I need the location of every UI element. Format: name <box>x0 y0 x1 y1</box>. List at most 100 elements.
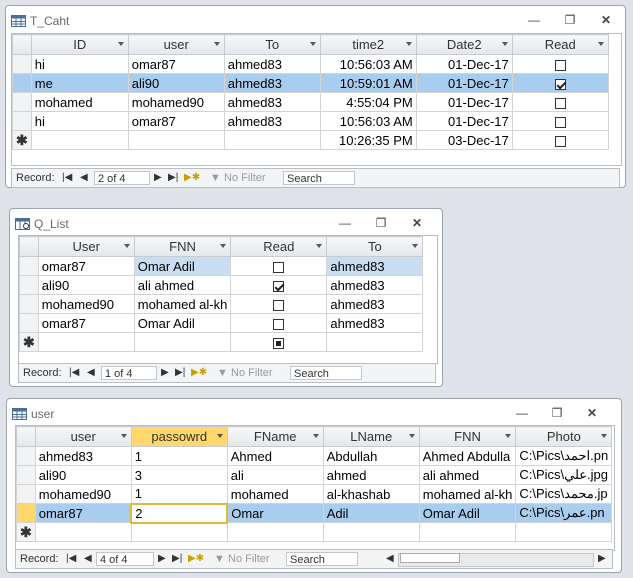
read-checkbox[interactable] <box>554 59 566 71</box>
last-record-icon[interactable]: ▶| <box>172 553 182 564</box>
cell-id[interactable]: mohamed <box>30 92 129 112</box>
cell-to[interactable]: ahmed83 <box>326 256 424 276</box>
record-position-box[interactable]: 4 of 4 <box>96 552 154 566</box>
last-record-icon[interactable]: ▶| <box>175 367 185 378</box>
row-selector[interactable] <box>12 54 32 74</box>
minimize-icon[interactable]: — <box>336 215 354 231</box>
cell-photo[interactable]: C:\Pics\عمر.pn <box>515 503 613 523</box>
cell-date2[interactable]: 01-Dec-17 <box>415 92 513 112</box>
scrollbar-thumb[interactable] <box>400 553 460 563</box>
row-selector[interactable] <box>19 275 39 295</box>
cell-fnn[interactable] <box>418 522 517 542</box>
cell-user[interactable]: mohamed90 <box>37 294 135 314</box>
new-record-row[interactable]: ✱ <box>19 332 424 352</box>
column-header-passowrd[interactable]: passowrd <box>130 426 228 447</box>
table-row-current[interactable]: omar87 Omar Adil ahmed83 <box>19 256 424 276</box>
row-selector[interactable] <box>19 313 39 333</box>
cell-to[interactable] <box>326 332 424 352</box>
table-row[interactable]: hi omar87 ahmed83 10:56:03 AM 01-Dec-17 <box>12 111 609 131</box>
cell-read[interactable] <box>511 92 609 112</box>
column-header-user[interactable]: user <box>34 426 132 447</box>
next-record-icon[interactable]: ▶ <box>158 553 166 564</box>
read-checkbox-checked[interactable] <box>554 78 566 90</box>
cell-fnn[interactable]: Omar Adil <box>133 313 232 333</box>
column-header-read[interactable]: Read <box>230 236 328 257</box>
table-row-selected[interactable]: omar87 2 Omar Adil Omar Adil C:\Pics\عمر… <box>16 502 613 524</box>
no-filter-button[interactable]: No Filter <box>231 367 273 379</box>
cell-read[interactable] <box>230 275 328 295</box>
column-header-id[interactable]: ID <box>30 34 129 55</box>
read-checkbox[interactable] <box>554 135 566 147</box>
cell-time2[interactable]: 10:59:01 AM <box>319 73 417 93</box>
cell-user[interactable] <box>127 130 225 150</box>
row-selector[interactable] <box>12 73 32 93</box>
table-row[interactable]: omar87 Omar Adil ahmed83 <box>19 313 424 333</box>
cell-user[interactable]: mohamed90 <box>34 484 132 504</box>
cell-photo[interactable]: C:\Pics\علي.jpg <box>515 465 613 485</box>
cell-to[interactable]: ahmed83 <box>326 294 424 314</box>
cell-user[interactable]: omar87 <box>37 313 135 333</box>
new-record-row[interactable]: ✱ <box>16 522 613 542</box>
cell-to[interactable]: ahmed83 <box>223 92 321 112</box>
previous-record-icon[interactable]: ◀ <box>80 172 88 183</box>
new-record-icon[interactable]: ▶✱ <box>188 553 204 564</box>
column-header-fname[interactable]: FName <box>226 426 324 447</box>
cell-read[interactable] <box>511 73 609 93</box>
maximize-icon[interactable]: ❐ <box>548 405 566 421</box>
table-row[interactable]: ali90 ali ahmed ahmed83 <box>19 275 424 295</box>
cell-photo[interactable] <box>515 522 613 542</box>
read-checkbox[interactable] <box>273 299 285 311</box>
cell-lname[interactable]: Adil <box>322 503 420 523</box>
search-input[interactable]: Search <box>290 366 362 380</box>
cell-time2[interactable]: 4:55:04 PM <box>319 92 417 112</box>
cell-lname[interactable]: al-khashab <box>322 484 420 504</box>
column-header-photo[interactable]: Photo <box>515 426 613 447</box>
last-record-icon[interactable]: ▶| <box>168 172 178 183</box>
cell-read[interactable] <box>230 332 328 352</box>
cell-id[interactable]: hi <box>30 111 129 131</box>
no-filter-button[interactable]: No Filter <box>224 172 266 184</box>
column-header-to[interactable]: To <box>326 236 424 257</box>
row-selector[interactable] <box>12 111 32 131</box>
cell-user[interactable] <box>37 332 135 352</box>
search-input[interactable]: Search <box>283 171 355 185</box>
minimize-icon[interactable]: — <box>525 12 543 28</box>
scroll-left-icon[interactable]: ◀ <box>386 553 394 564</box>
cell-photo[interactable]: C:\Pics\احمد.pn <box>515 446 613 466</box>
cell-to[interactable]: ahmed83 <box>223 54 321 74</box>
table-row[interactable]: mohamed mohamed90 ahmed83 4:55:04 PM 01-… <box>12 92 609 112</box>
cell-date2[interactable]: 01-Dec-17 <box>415 73 513 93</box>
column-header-lname[interactable]: LName <box>322 426 420 447</box>
cell-photo[interactable]: C:\Pics\محمد.jp <box>515 484 613 504</box>
cell-date2[interactable]: 01-Dec-17 <box>415 54 513 74</box>
cell-user[interactable]: ali90 <box>37 275 135 295</box>
table-row[interactable]: mohamed90 1 mohamed al-khashab mohamed a… <box>16 484 613 504</box>
cell-to[interactable]: ahmed83 <box>326 313 424 333</box>
select-all[interactable] <box>16 426 36 447</box>
read-checkbox[interactable] <box>273 318 285 330</box>
first-record-icon[interactable]: |◀ <box>69 367 79 378</box>
cell-read[interactable] <box>230 294 328 314</box>
new-record-icon[interactable]: ▶✱ <box>184 172 200 183</box>
cell-fnn[interactable]: Omar Adil <box>418 503 517 523</box>
column-header-fnn[interactable]: FNN <box>418 426 517 447</box>
cell-user[interactable]: mohamed90 <box>127 92 225 112</box>
read-checkbox-indeterminate[interactable] <box>273 337 285 349</box>
cell-fname[interactable]: Omar <box>226 503 324 523</box>
cell-read[interactable] <box>230 256 328 276</box>
previous-record-icon[interactable]: ◀ <box>87 367 95 378</box>
row-selector[interactable] <box>12 92 32 112</box>
cell-to[interactable]: ahmed83 <box>223 73 321 93</box>
cell-passowrd[interactable]: 1 <box>130 446 228 466</box>
column-header-date2[interactable]: Date2 <box>415 34 513 55</box>
row-selector[interactable] <box>16 484 36 504</box>
cell-read[interactable] <box>511 111 609 131</box>
cell-user[interactable]: ali90 <box>34 465 132 485</box>
cell-fnn[interactable]: ali ahmed <box>133 275 232 295</box>
cell-passowrd[interactable]: 3 <box>130 465 228 485</box>
column-header-fnn[interactable]: FNN <box>133 236 232 257</box>
maximize-icon[interactable]: ❐ <box>372 215 390 231</box>
cell-date2[interactable]: 03-Dec-17 <box>415 130 513 150</box>
record-position-box[interactable]: 2 of 4 <box>94 171 150 185</box>
cell-time2[interactable]: 10:56:03 AM <box>319 111 417 131</box>
